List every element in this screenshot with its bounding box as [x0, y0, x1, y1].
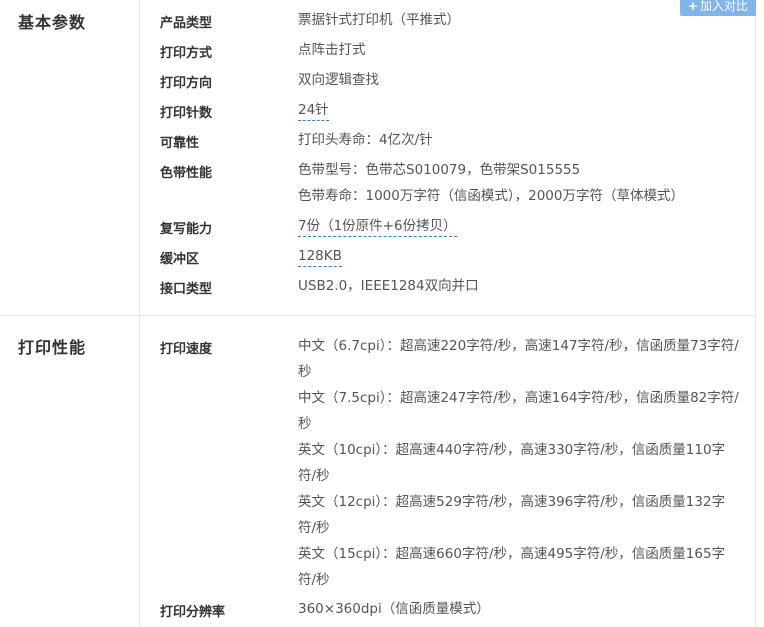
param-value-pin-count: 24针 — [298, 97, 329, 123]
add-to-compare-button[interactable]: + 加入对比 — [680, 0, 756, 16]
section-title-performance: 打印性能 — [18, 338, 87, 357]
param-label-interface: 接口类型 — [160, 282, 213, 297]
param-label-resolution: 打印分辨率 — [160, 605, 226, 620]
section-divider — [0, 315, 756, 316]
plus-icon: + — [687, 0, 699, 13]
right-border — [755, 0, 756, 627]
speed-item: 英文（12cpi）：超高速529字符/秒，高速396字符/秒，信函质量132字符… — [298, 494, 726, 536]
param-label-print-speed: 打印速度 — [160, 342, 213, 357]
param-value-product-type: 票据针式打印机（平推式） — [298, 12, 460, 28]
param-value-ribbon-life: 色带寿命：1000万字符（信函模式），2000万字符（草体模式） — [298, 188, 684, 204]
param-label-pin-count: 打印针数 — [160, 106, 213, 121]
buffer-link[interactable]: 128KB — [298, 248, 342, 267]
param-value-print-speed: 中文（6.7cpi）：超高速220字符/秒，高速147字符/秒，信函质量73字符… — [298, 333, 743, 593]
param-label-buffer: 缓冲区 — [160, 252, 200, 267]
param-label-reliability: 可靠性 — [160, 136, 200, 151]
param-label-print-method: 打印方式 — [160, 46, 213, 61]
speed-item: 英文（15cpi）：超高速660字符/秒，高速495字符/秒，信函质量165字符… — [298, 546, 726, 588]
param-value-print-direction: 双向逻辑查找 — [298, 72, 379, 88]
section-title-basic: 基本参数 — [18, 13, 87, 32]
speed-item: 中文（7.5cpi）：超高速247字符/秒，高速164字符/秒，信函质量82字符… — [298, 390, 739, 432]
param-value-resolution: 360×360dpi（信函质量模式） — [298, 601, 490, 617]
param-label-print-direction: 打印方向 — [160, 76, 213, 91]
add-to-compare-label: 加入对比 — [700, 0, 749, 13]
spec-panel: + 加入对比 基本参数 产品类型 票据针式打印机（平推式） 打印方式 点阵击打式 … — [0, 0, 764, 627]
copy-capability-link[interactable]: 7份（1份原件+6份拷贝） — [298, 218, 457, 237]
column-divider — [139, 0, 140, 627]
param-value-print-method: 点阵击打式 — [298, 42, 366, 58]
param-value-ribbon-model: 色带型号：色带芯S010079，色带架S015555 — [298, 162, 581, 178]
pin-count-link[interactable]: 24针 — [298, 102, 329, 121]
param-value-buffer: 128KB — [298, 243, 342, 269]
param-label-ribbon: 色带性能 — [160, 166, 213, 181]
param-label-product-type: 产品类型 — [160, 16, 213, 31]
param-value-copy-capability: 7份（1份原件+6份拷贝） — [298, 213, 457, 239]
param-label-copy-capability: 复写能力 — [160, 222, 213, 237]
param-value-reliability: 打印头寿命：4亿次/针 — [298, 132, 433, 148]
param-value-interface: USB2.0，IEEE1284双向并口 — [298, 278, 479, 294]
speed-item: 英文（10cpi）：超高速440字符/秒，高速330字符/秒，信函质量110字符… — [298, 442, 726, 484]
speed-item: 中文（6.7cpi）：超高速220字符/秒，高速147字符/秒，信函质量73字符… — [298, 338, 739, 380]
